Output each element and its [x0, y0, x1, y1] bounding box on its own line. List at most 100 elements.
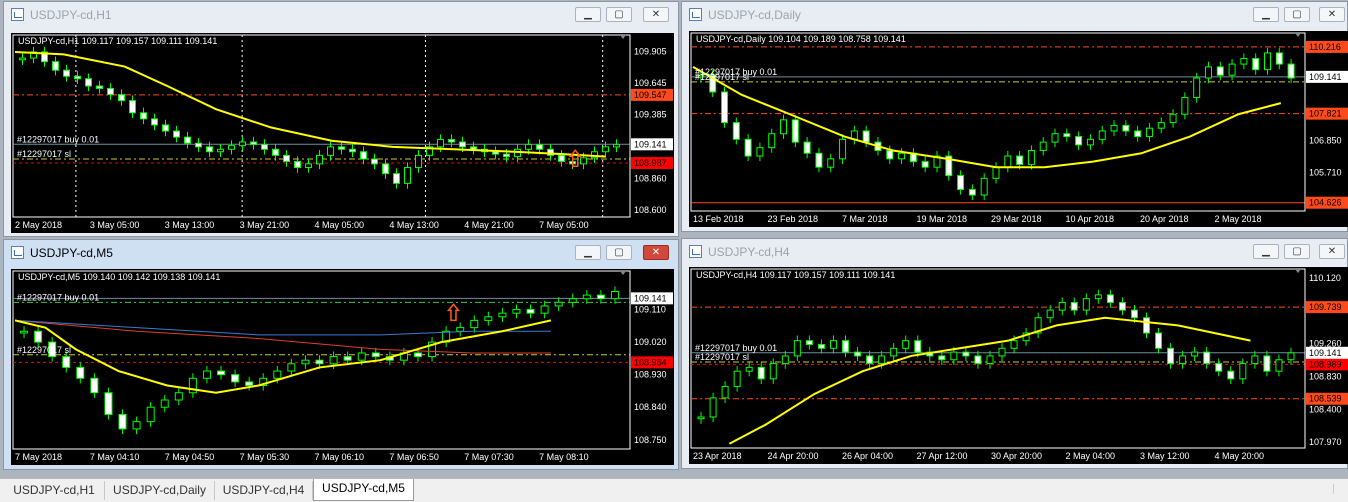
chart-window-icon: [11, 246, 24, 259]
candle-body: [371, 158, 378, 165]
price-chart[interactable]: #12297017 buy 0.01 #12297017 sl 109.141 109…: [11, 269, 674, 465]
candle-body: [162, 124, 169, 132]
candle-body: [1155, 332, 1163, 349]
candle-body: [239, 141, 246, 147]
candle-body: [793, 340, 801, 357]
close-button[interactable]: ✕: [643, 7, 669, 22]
candle-body: [343, 356, 352, 361]
candle-body: [525, 143, 532, 150]
title-bar[interactable]: USDJPY-cd,M5 ▁ ▢ ✕: [4, 240, 678, 266]
price-chart[interactable]: #12297017 buy 0.01#12297017 sl110.216109…: [689, 31, 1348, 227]
candle-body: [1075, 136, 1083, 146]
time-tick-label: 2 May 2018: [15, 220, 62, 230]
time-tick-label: 26 Apr 04:00: [842, 451, 893, 461]
level-price-tag-label: 107.821: [1309, 109, 1342, 119]
candle-body: [815, 152, 823, 168]
candle-body: [1216, 66, 1224, 76]
minimize-button[interactable]: ▁: [1253, 7, 1279, 22]
chart-shift-icon: [1295, 269, 1301, 273]
maximize-button[interactable]: ▢: [1284, 7, 1310, 22]
candle-body: [503, 153, 510, 158]
candle-body: [1063, 133, 1071, 138]
close-button[interactable]: ✕: [1319, 7, 1345, 22]
candle-body: [329, 356, 338, 365]
minimize-button[interactable]: ▁: [575, 7, 601, 22]
minimize-button[interactable]: ▁: [1253, 244, 1279, 259]
moving-average-line: [728, 316, 1251, 445]
candle-body: [540, 305, 549, 314]
symbol-ohlc-label: USDJPY-cd,H1 109.117 109.157 109.111 109…: [18, 36, 218, 46]
candle-body: [890, 347, 898, 357]
price-chart[interactable]: #12297017 buy 0.01 #12297017 sl 110.120 109…: [689, 267, 1348, 464]
level-price-tag-label: 110.216: [1309, 42, 1341, 52]
candle-body: [580, 157, 587, 165]
candle-body: [756, 147, 764, 157]
tab-usdjpy-h4[interactable]: USDJPY-cd,H4: [215, 481, 313, 500]
time-tick-label: 30 Apr 20:00: [991, 451, 1042, 461]
tab-scroll-right-icon[interactable]: [1333, 484, 1342, 494]
title-bar[interactable]: USDJPY-cd,H1 ▁ ▢ ✕: [4, 2, 678, 28]
candle-body: [1203, 351, 1211, 365]
candle-body: [914, 340, 922, 353]
level-price-tag-label: 108.964: [634, 357, 667, 367]
time-tick-label: 3 May 21:00: [240, 220, 290, 230]
price-chart[interactable]: #12297017 buy 0.01 #12297017 sl 109.905 109…: [11, 33, 674, 233]
candle-body: [1193, 77, 1201, 99]
level-price-tag-label: 108.989: [1309, 359, 1342, 369]
close-button[interactable]: ✕: [1319, 244, 1345, 259]
candle-body: [862, 130, 870, 143]
candle-body: [470, 319, 479, 329]
tab-usdjpy-m5[interactable]: USDJPY-cd,M5: [313, 479, 414, 501]
candle-body: [610, 290, 619, 300]
candle-body: [827, 158, 835, 168]
time-tick-label: 7 May 06:10: [315, 452, 365, 462]
candle-body: [1118, 301, 1126, 311]
window-m5[interactable]: USDJPY-cd,M5 ▁ ▢ ✕ #12297017 buy 0.01 #12…: [3, 239, 679, 470]
candle-body: [1167, 347, 1175, 365]
candle-body: [118, 94, 125, 102]
candle-body: [1240, 58, 1248, 65]
price-tick-label: 109.020: [634, 337, 667, 347]
close-button[interactable]: ✕: [643, 245, 669, 260]
candle-body: [757, 366, 765, 380]
candle-body: [492, 151, 499, 155]
time-tick-label: 7 May 04:10: [90, 452, 140, 462]
window-h1[interactable]: USDJPY-cd,H1 ▁ ▢ ✕ #12297017 buy 0.01 #12…: [3, 1, 679, 237]
window-h4[interactable]: USDJPY-cd,H4 ▁ ▢ ✕ #12297017 buy 0.01 #12…: [681, 238, 1348, 469]
candle-body: [998, 347, 1006, 357]
chart-shift-icon: [620, 35, 626, 39]
level-price-tag-label: 108.539: [1309, 394, 1342, 404]
tab-usdjpy-h1[interactable]: USDJPY-cd,H1: [4, 481, 105, 500]
candle-body: [250, 141, 257, 145]
candle-body: [536, 143, 543, 150]
candle-body: [554, 301, 563, 307]
candle-body: [1058, 301, 1066, 311]
minimize-button[interactable]: ▁: [575, 245, 601, 260]
level-price-tag-label: 109.739: [1309, 302, 1342, 312]
symbol-ohlc-label: USDJPY-cd,M5 109.140 109.142 109.138 109…: [18, 272, 221, 282]
candle-body: [456, 327, 465, 332]
candle-body: [1145, 127, 1153, 138]
maximize-button[interactable]: ▢: [1284, 244, 1310, 259]
candle-body: [34, 330, 43, 343]
maximize-button[interactable]: ▢: [606, 245, 632, 260]
candle-body: [231, 374, 240, 383]
candle-body: [962, 351, 970, 357]
candle-body: [1110, 124, 1118, 132]
candle-body: [62, 356, 71, 368]
candle-body: [371, 352, 380, 358]
moving-average-line: [14, 50, 606, 158]
candle-body: [63, 69, 70, 77]
candle-body: [921, 161, 929, 168]
tab-usdjpy-daily[interactable]: USDJPY-cd,Daily: [105, 481, 215, 500]
level-price-tag-label: 109.547: [634, 90, 667, 100]
candle-body: [596, 294, 605, 300]
title-bar[interactable]: USDJPY-cd,Daily ▁ ▢ ✕: [682, 2, 1347, 28]
window-daily[interactable]: USDJPY-cd,Daily ▁ ▢ ✕ #12297017 buy 0.01…: [681, 1, 1348, 232]
price-tick-label: 107.970: [1309, 437, 1342, 447]
symbol-ohlc-label: USDJPY-cd,H4 109.117 109.157 109.111 109…: [696, 270, 896, 280]
title-bar[interactable]: USDJPY-cd,H4 ▁ ▢ ✕: [682, 239, 1347, 265]
maximize-button[interactable]: ▢: [606, 7, 632, 22]
candle-body: [470, 146, 477, 150]
candle-body: [1051, 133, 1059, 143]
